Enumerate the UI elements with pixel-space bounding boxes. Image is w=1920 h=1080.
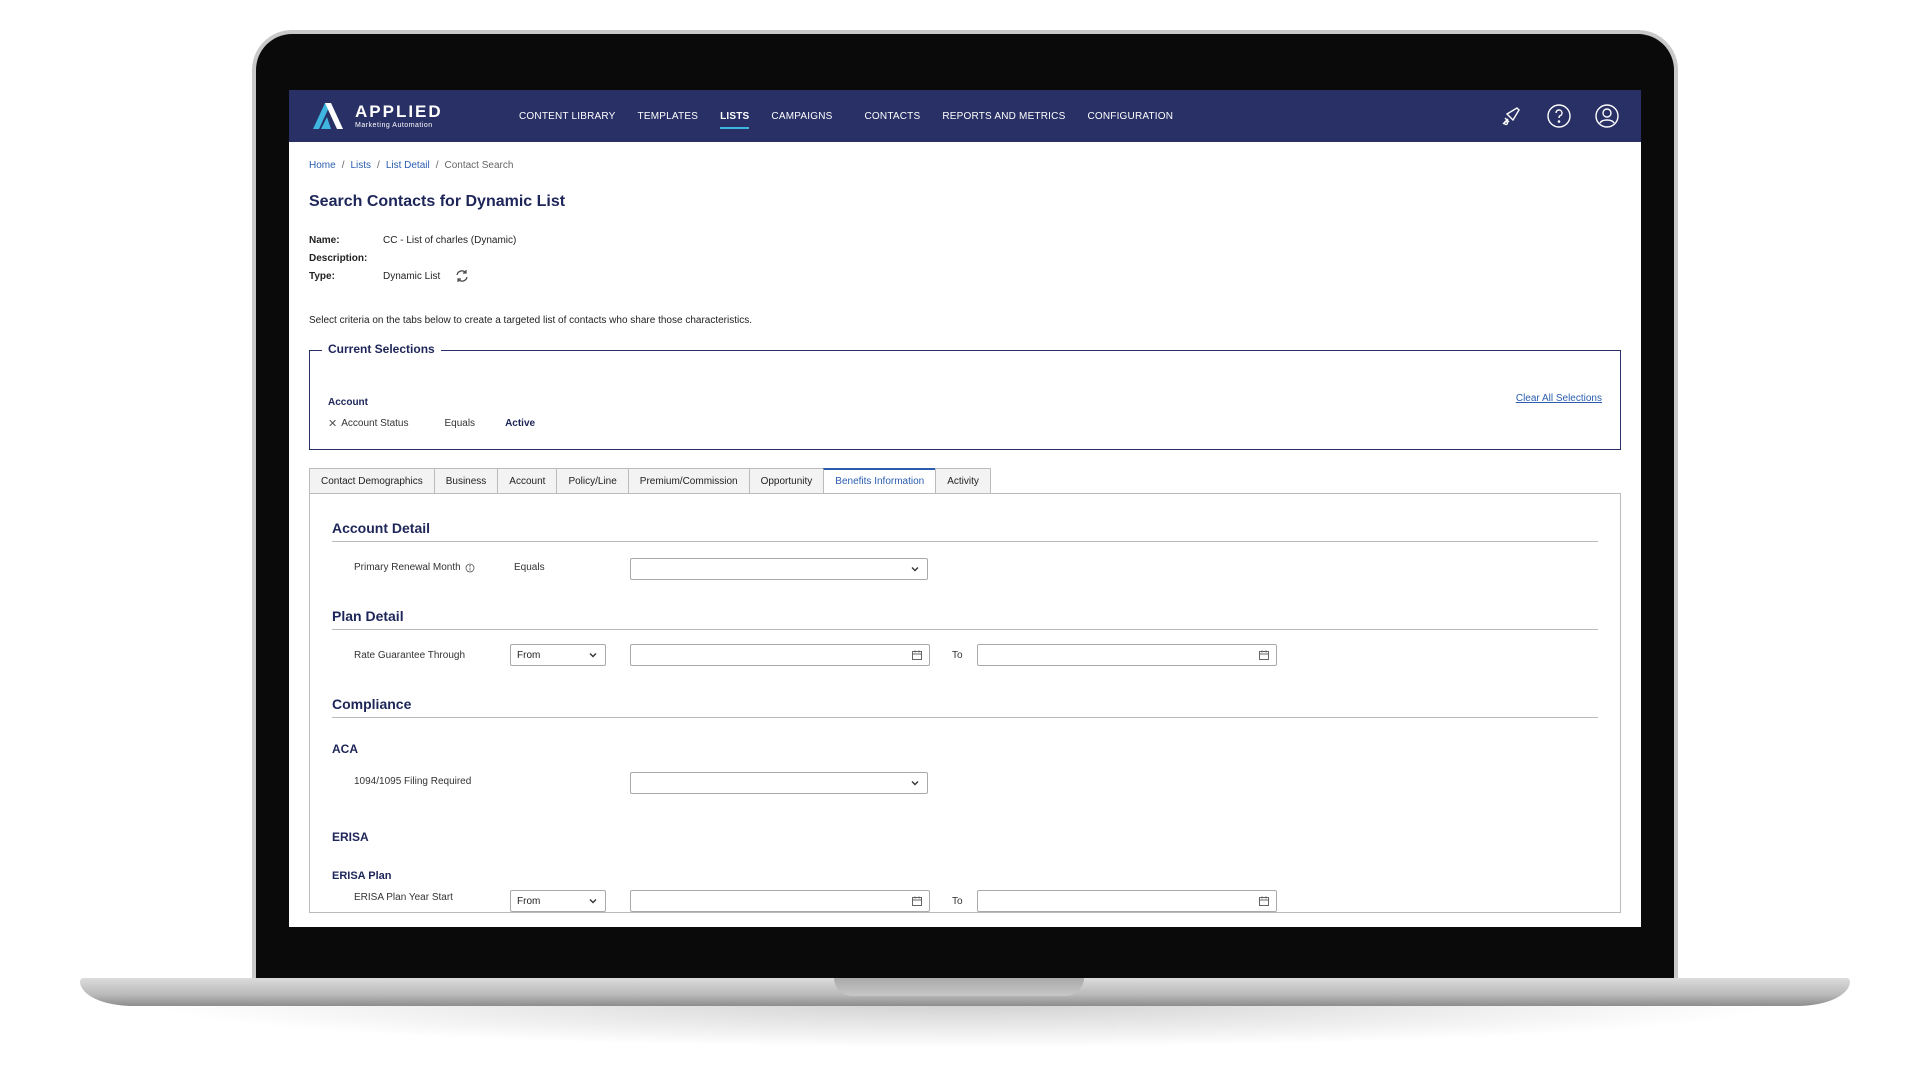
tab-policy-line[interactable]: Policy/Line [556,468,628,494]
nav-lists[interactable]: LISTS [720,107,750,129]
field-rate-guarantee-through: Rate Guarantee Through From To [332,644,1598,670]
calendar-icon[interactable] [1258,895,1270,910]
selection-operator: Equals [444,418,476,429]
subsection-erisa-plan: ERISA Plan [332,870,392,882]
criteria-tabs: Contact Demographics Business Account Po… [309,468,1621,494]
tab-benefits-information[interactable]: Benefits Information [823,468,936,494]
logo-subtitle: Marketing Automation [355,122,433,129]
applied-logo-icon [309,101,349,131]
instructions-text: Select criteria on the tabs below to cre… [309,315,753,326]
section-account-detail: Account Detail [332,520,1598,542]
tab-opportunity[interactable]: Opportunity [748,468,824,494]
top-nav: APPLIED Marketing Automation CONTENT LIB… [289,90,1641,142]
selection-group-label: Account [328,397,368,408]
meta-type-value: Dynamic List [383,270,441,282]
breadcrumb-lists[interactable]: Lists [350,160,371,171]
calendar-icon[interactable] [911,649,923,664]
megaphone-icon[interactable] [1497,102,1525,130]
logo-text: APPLIED Marketing Automation [355,103,443,129]
meta-description-row: Description: [309,249,1621,267]
erisa-range-select-value: From [517,895,541,907]
user-icon[interactable] [1593,102,1621,130]
breadcrumb-separator: / [377,160,380,171]
benefits-information-panel: Account Detail Primary Renewal Month Equ… [309,493,1621,913]
logo[interactable]: APPLIED Marketing Automation [309,101,519,131]
rate-guarantee-to-date[interactable] [977,644,1277,666]
selection-row: ✕ Account Status Equals Active [328,417,535,430]
help-icon[interactable] [1545,102,1573,130]
erisa-from-date[interactable] [630,890,930,912]
selection-field: Account Status [341,418,409,429]
range-select-value: From [517,649,541,661]
remove-selection-icon[interactable]: ✕ [328,417,337,430]
meta-description-label: Description: [309,252,368,264]
meta-name-row: Name: CC - List of charles (Dynamic) [309,231,1621,249]
selection-value: Active [505,418,536,429]
app-screen: APPLIED Marketing Automation CONTENT LIB… [289,90,1641,927]
chevron-down-icon [587,649,599,664]
tab-account[interactable]: Account [497,468,557,494]
breadcrumb-separator: / [435,160,439,171]
current-selections: Current Selections Account ✕ Account Sta… [309,342,1621,450]
tab-activity[interactable]: Activity [935,468,991,494]
page-title: Search Contacts for Dynamic List [309,193,566,210]
section-plan-detail: Plan Detail [332,608,1598,630]
erisa-to-label: To [952,896,963,907]
breadcrumb-separator: / [341,160,345,171]
tab-contact-demographics[interactable]: Contact Demographics [309,468,434,494]
logo-title: APPLIED [355,102,443,121]
breadcrumb: Home / Lists / List Detail / Contact Sea… [309,160,1621,171]
nav-icons [1497,102,1621,130]
calendar-icon[interactable] [911,895,923,910]
list-meta: Name: CC - List of charles (Dynamic) Des… [309,231,1621,285]
nav-reports-and-metrics[interactable]: REPORTS AND METRICS [942,107,1065,126]
subsection-erisa: ERISA [332,830,369,844]
refresh-icon[interactable] [454,268,470,284]
erisa-to-date[interactable] [977,890,1277,912]
erisa-range-select[interactable]: From [510,890,606,912]
rate-guarantee-from-date[interactable] [630,644,930,666]
meta-type-row: Type: Dynamic List [309,267,1621,285]
field-primary-renewal-month: Primary Renewal Month Equals [332,556,1598,582]
rate-guarantee-range-select[interactable]: From [510,644,606,666]
breadcrumb-current: Contact Search [444,160,514,171]
to-label: To [952,650,963,661]
laptop-shadow [140,1004,1790,1048]
erisa-plan-year-start-label: ERISA Plan Year Start [354,892,453,903]
primary-renewal-month-label: Primary Renewal Month [354,562,461,573]
clear-all-selections-link[interactable]: Clear All Selections [1516,393,1602,404]
field-erisa-plan-year-start: ERISA Plan Year Start From To [332,890,1598,916]
breadcrumb-list-detail[interactable]: List Detail [386,160,430,171]
calendar-icon[interactable] [1258,649,1270,664]
meta-name-label: Name: [309,234,340,246]
tab-business[interactable]: Business [433,468,498,494]
primary-renewal-month-select[interactable] [630,558,928,580]
nav-contacts[interactable]: CONTACTS [865,107,921,126]
meta-name-value: CC - List of charles (Dynamic) [383,234,517,246]
breadcrumb-home[interactable]: Home [309,160,336,171]
nav-content-library[interactable]: CONTENT LIBRARY [519,107,616,126]
nav-templates[interactable]: TEMPLATES [638,107,699,126]
nav-links: CONTENT LIBRARY TEMPLATES LISTS CAMPAIGN… [519,107,1195,129]
current-selections-legend: Current Selections [322,342,441,356]
filing-required-label: 1094/1095 Filing Required [354,776,472,787]
subsection-aca: ACA [332,742,358,756]
meta-type-label: Type: [309,270,335,282]
nav-configuration[interactable]: CONFIGURATION [1087,107,1173,126]
chevron-down-icon [909,777,921,792]
nav-campaigns[interactable]: CAMPAIGNS [771,107,832,126]
info-icon[interactable] [465,563,475,573]
section-compliance: Compliance [332,696,1598,718]
filing-required-select[interactable] [630,772,928,794]
laptop-notch [834,978,1084,996]
rate-guarantee-through-label: Rate Guarantee Through [354,650,466,661]
field-label: Primary Renewal Month [354,562,475,573]
tab-premium-commission[interactable]: Premium/Commission [627,468,749,494]
operator-label: Equals [514,562,545,573]
chevron-down-icon [587,895,599,910]
chevron-down-icon [909,563,921,578]
field-1094-1095-filing-required: 1094/1095 Filing Required [332,770,1598,796]
main-content: Home / Lists / List Detail / Contact Sea… [289,142,1641,913]
